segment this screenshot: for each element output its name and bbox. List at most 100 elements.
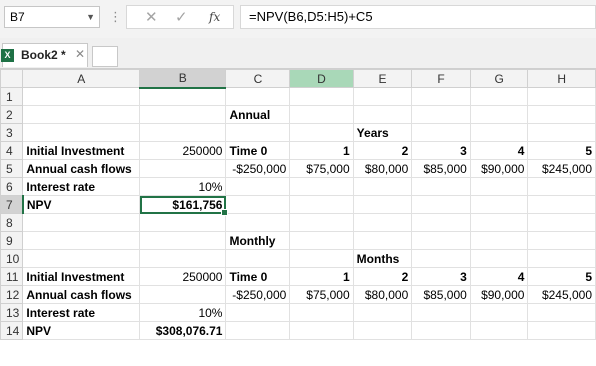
cell[interactable]: Annual xyxy=(225,105,291,124)
row-header[interactable]: 7 xyxy=(0,195,24,214)
cell[interactable]: NPV xyxy=(22,195,141,214)
cell[interactable] xyxy=(22,87,141,106)
row-header[interactable]: 9 xyxy=(0,231,24,250)
row-header[interactable]: 12 xyxy=(0,285,24,304)
cell[interactable]: Annual cash flows xyxy=(22,159,141,178)
cell[interactable] xyxy=(289,231,354,250)
cell[interactable] xyxy=(225,249,291,268)
cell[interactable]: $90,000 xyxy=(469,159,529,178)
cell[interactable] xyxy=(139,249,227,268)
cell[interactable] xyxy=(469,105,529,124)
cell[interactable] xyxy=(527,105,596,124)
cell[interactable] xyxy=(225,87,291,106)
cell[interactable] xyxy=(139,87,227,106)
cell[interactable] xyxy=(22,231,141,250)
name-box[interactable]: B7 ▼ xyxy=(4,6,100,28)
cell[interactable] xyxy=(411,105,471,124)
cell[interactable] xyxy=(352,321,413,340)
cell[interactable] xyxy=(527,195,596,214)
cell[interactable] xyxy=(289,213,354,232)
formula-input[interactable]: =NPV(B6,D5:H5)+C5 xyxy=(240,5,596,29)
cell[interactable] xyxy=(527,213,596,232)
cell[interactable]: Time 0 xyxy=(225,141,291,160)
cell[interactable] xyxy=(22,105,141,124)
cell[interactable] xyxy=(469,231,529,250)
chevron-down-icon[interactable]: ▼ xyxy=(86,7,95,27)
cell[interactable] xyxy=(469,249,529,268)
cell[interactable] xyxy=(289,303,354,322)
column-header-g[interactable]: G xyxy=(469,69,529,88)
cell[interactable] xyxy=(22,123,141,142)
cell[interactable]: 4 xyxy=(469,141,529,160)
cell[interactable] xyxy=(411,249,471,268)
cell[interactable] xyxy=(139,231,227,250)
cell[interactable] xyxy=(411,303,471,322)
cell[interactable]: 250000 xyxy=(139,267,227,286)
cell[interactable] xyxy=(139,159,227,178)
cell[interactable] xyxy=(469,177,529,196)
cell[interactable]: $85,000 xyxy=(411,285,471,304)
column-header-h[interactable]: H xyxy=(527,69,596,88)
cell[interactable] xyxy=(352,87,413,106)
cell[interactable]: 2 xyxy=(352,141,413,160)
cell[interactable]: Time 0 xyxy=(225,267,291,286)
cell[interactable] xyxy=(527,249,596,268)
row-header[interactable]: 6 xyxy=(0,177,24,196)
cell[interactable]: $90,000 xyxy=(469,285,529,304)
cell[interactable]: 1 xyxy=(289,141,354,160)
cell[interactable] xyxy=(352,195,413,214)
cell[interactable]: Interest rate xyxy=(22,303,141,322)
cell[interactable] xyxy=(411,87,471,106)
insert-function-icon[interactable]: fx xyxy=(209,10,220,24)
cell[interactable] xyxy=(469,123,529,142)
cell[interactable]: -$250,000 xyxy=(225,159,291,178)
cell[interactable]: 1 xyxy=(289,267,354,286)
close-icon[interactable]: ✕ xyxy=(75,47,85,61)
cell[interactable]: 4 xyxy=(469,267,529,286)
cell[interactable] xyxy=(22,213,141,232)
cell[interactable]: $80,000 xyxy=(352,285,413,304)
cell[interactable]: Annual cash flows xyxy=(22,285,141,304)
column-header-d[interactable]: D xyxy=(289,69,354,88)
cell[interactable] xyxy=(225,195,291,214)
cell[interactable]: 3 xyxy=(411,141,471,160)
cell[interactable] xyxy=(352,231,413,250)
cell[interactable] xyxy=(527,123,596,142)
cell[interactable] xyxy=(139,123,227,142)
cell[interactable] xyxy=(289,195,354,214)
cell[interactable]: Months xyxy=(352,249,413,268)
cell[interactable]: Initial Investment xyxy=(22,267,141,286)
cell[interactable] xyxy=(22,249,141,268)
cell[interactable]: $75,000 xyxy=(289,159,354,178)
row-header[interactable]: 3 xyxy=(0,123,24,142)
cell[interactable] xyxy=(352,213,413,232)
cell[interactable]: 3 xyxy=(411,267,471,286)
cell[interactable]: Interest rate xyxy=(22,177,141,196)
cell[interactable]: 10% xyxy=(139,303,227,322)
cell[interactable] xyxy=(469,213,529,232)
column-header-f[interactable]: F xyxy=(411,69,471,88)
workbook-tab[interactable]: X Book2 * ✕ xyxy=(1,43,88,67)
new-tab-button[interactable] xyxy=(92,46,118,67)
cell[interactable]: $75,000 xyxy=(289,285,354,304)
cell[interactable]: $85,000 xyxy=(411,159,471,178)
cell[interactable]: Monthly xyxy=(225,231,291,250)
row-header[interactable]: 1 xyxy=(0,87,24,106)
column-header-a[interactable]: A xyxy=(22,69,141,88)
row-header[interactable]: 5 xyxy=(0,159,24,178)
cell[interactable] xyxy=(527,177,596,196)
cell[interactable] xyxy=(411,321,471,340)
row-header[interactable]: 13 xyxy=(0,303,24,322)
cell[interactable]: Initial Investment xyxy=(22,141,141,160)
cell[interactable]: Years xyxy=(352,123,413,142)
cell[interactable]: 5 xyxy=(527,141,596,160)
cell[interactable]: $245,000 xyxy=(527,159,596,178)
cell[interactable]: $308,076.71 xyxy=(139,321,227,340)
more-options-icon[interactable]: ⋮ xyxy=(109,9,122,25)
enter-icon[interactable]: ✓ xyxy=(175,8,188,26)
cell[interactable]: 5 xyxy=(527,267,596,286)
column-header-c[interactable]: C xyxy=(225,69,291,88)
cell[interactable]: 10% xyxy=(139,177,227,196)
cell[interactable] xyxy=(289,321,354,340)
cell[interactable] xyxy=(527,321,596,340)
